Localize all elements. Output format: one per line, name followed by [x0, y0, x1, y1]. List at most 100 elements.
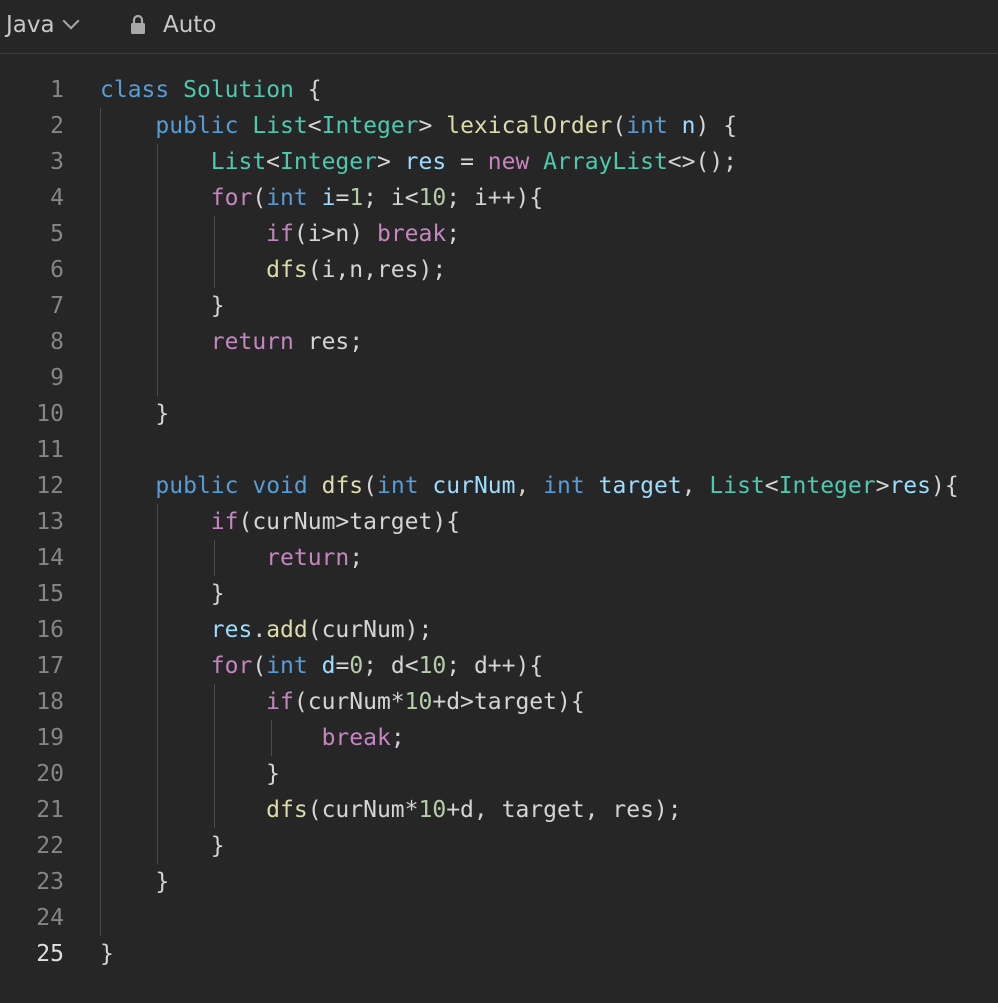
code-token: < [307, 113, 322, 139]
language-select[interactable]: Java [6, 8, 80, 42]
code-token: < [266, 149, 281, 175]
line-number: 16 [36, 617, 64, 643]
code-line[interactable]: 19 break; [0, 720, 998, 756]
code-line[interactable]: 12 public void dfs(int curNum, int targe… [0, 468, 998, 504]
code-token: ) { [695, 113, 738, 139]
code-line[interactable]: 24 [0, 900, 998, 936]
line-number: 14 [36, 545, 64, 571]
code-line[interactable]: 22 } [0, 828, 998, 864]
code-line[interactable]: 16 res.add(curNum); [0, 612, 998, 648]
code-token: +d>target){ [432, 689, 585, 715]
line-number: 15 [36, 581, 64, 607]
code-line[interactable]: 21 dfs(curNum*10+d, target, res); [0, 792, 998, 828]
code-line[interactable]: 17 for(int d=0; d<10; d++){ [0, 648, 998, 684]
code-line[interactable]: 9 [0, 360, 998, 396]
code-text: for(int d=0; d<10; d++){ [100, 648, 543, 684]
code-token: { [293, 77, 322, 103]
code-line[interactable]: 10 } [0, 396, 998, 432]
line-number: 17 [36, 653, 64, 679]
code-line[interactable]: 23 } [0, 864, 998, 900]
code-token: for [210, 653, 253, 679]
code-line[interactable]: 7 } [0, 288, 998, 324]
code-token: public [155, 113, 239, 139]
code-text: } [100, 864, 169, 900]
line-number: 4 [50, 185, 64, 211]
code-token: res; [293, 329, 364, 355]
code-token: Integer [778, 473, 876, 499]
line-number: 11 [36, 437, 64, 463]
code-line[interactable]: 25} [0, 936, 998, 972]
chevron-down-icon [62, 12, 80, 30]
code-line[interactable]: 18 if(curNum*10+d>target){ [0, 684, 998, 720]
code-line[interactable]: 4 for(int i=1; i<10; i++){ [0, 180, 998, 216]
code-line[interactable]: 20 } [0, 756, 998, 792]
lock-icon [131, 14, 145, 34]
line-number: 3 [50, 149, 64, 175]
line-number: 6 [50, 257, 64, 283]
code-token: } [100, 941, 114, 967]
line-number: 21 [36, 797, 64, 823]
code-token: } [100, 869, 170, 895]
code-token: 1 [349, 185, 364, 211]
indent-guide [157, 144, 158, 396]
code-text: res.add(curNum); [100, 612, 433, 648]
code-token: for [210, 185, 253, 211]
code-line[interactable]: 5 if(i>n) break; [0, 216, 998, 252]
code-line[interactable]: 2 public List<Integer> lexicalOrder(int … [0, 108, 998, 144]
code-token: (i,n,res); [307, 257, 447, 283]
code-token: ; [349, 545, 364, 571]
line-number: 5 [50, 221, 64, 247]
code-line[interactable]: 1 class Solution { [0, 72, 998, 108]
line-number: 18 [36, 689, 64, 715]
code-token: res [889, 473, 931, 499]
line-number: 9 [50, 365, 64, 391]
editor-toolbar: Java Auto [0, 0, 998, 54]
indent-guide [214, 540, 215, 576]
code-line[interactable]: 14 return; [0, 540, 998, 576]
code-token: Integer [280, 149, 377, 175]
code-line[interactable]: 13 if(curNum>target){ [0, 504, 998, 540]
code-line[interactable]: 11 [0, 432, 998, 468]
code-text: if(curNum>target){ [100, 504, 460, 540]
code-line[interactable]: 8 return res; [0, 324, 998, 360]
code-token: 10 [404, 689, 433, 715]
indent-guide [214, 216, 215, 288]
line-number: 10 [36, 401, 64, 427]
code-token: (curNum* [293, 689, 405, 715]
code-token: = [446, 149, 488, 175]
line-number: 7 [50, 293, 64, 319]
line-number: 25 [36, 941, 64, 967]
code-token: 10 [418, 653, 447, 679]
code-text: return res; [100, 324, 363, 360]
code-token: dfs [266, 257, 308, 283]
line-number: 12 [36, 473, 64, 499]
code-text: } [100, 288, 225, 324]
code-line[interactable]: 6 dfs(i,n,res); [0, 252, 998, 288]
mode-label: Auto [163, 12, 217, 38]
code-token: List [210, 149, 267, 175]
code-token: ( [252, 653, 267, 679]
code-token: . [252, 617, 267, 643]
code-token: int [543, 473, 585, 499]
code-line[interactable]: 15 } [0, 576, 998, 612]
code-token: = [335, 185, 350, 211]
code-text: } [100, 936, 114, 972]
code-token: return [210, 329, 294, 355]
code-token: } [100, 293, 225, 319]
auto-mode-button[interactable]: Auto [130, 8, 216, 42]
code-token: int [266, 185, 308, 211]
line-number: 19 [36, 725, 64, 751]
code-token: public [155, 473, 239, 499]
code-token: return [266, 545, 350, 571]
code-line[interactable]: 3 List<Integer> res = new ArrayList<>(); [0, 144, 998, 180]
code-token: > [376, 149, 405, 175]
code-token: int [266, 653, 308, 679]
code-editor[interactable]: 1 class Solution {2 public List<Integer> … [0, 72, 998, 972]
